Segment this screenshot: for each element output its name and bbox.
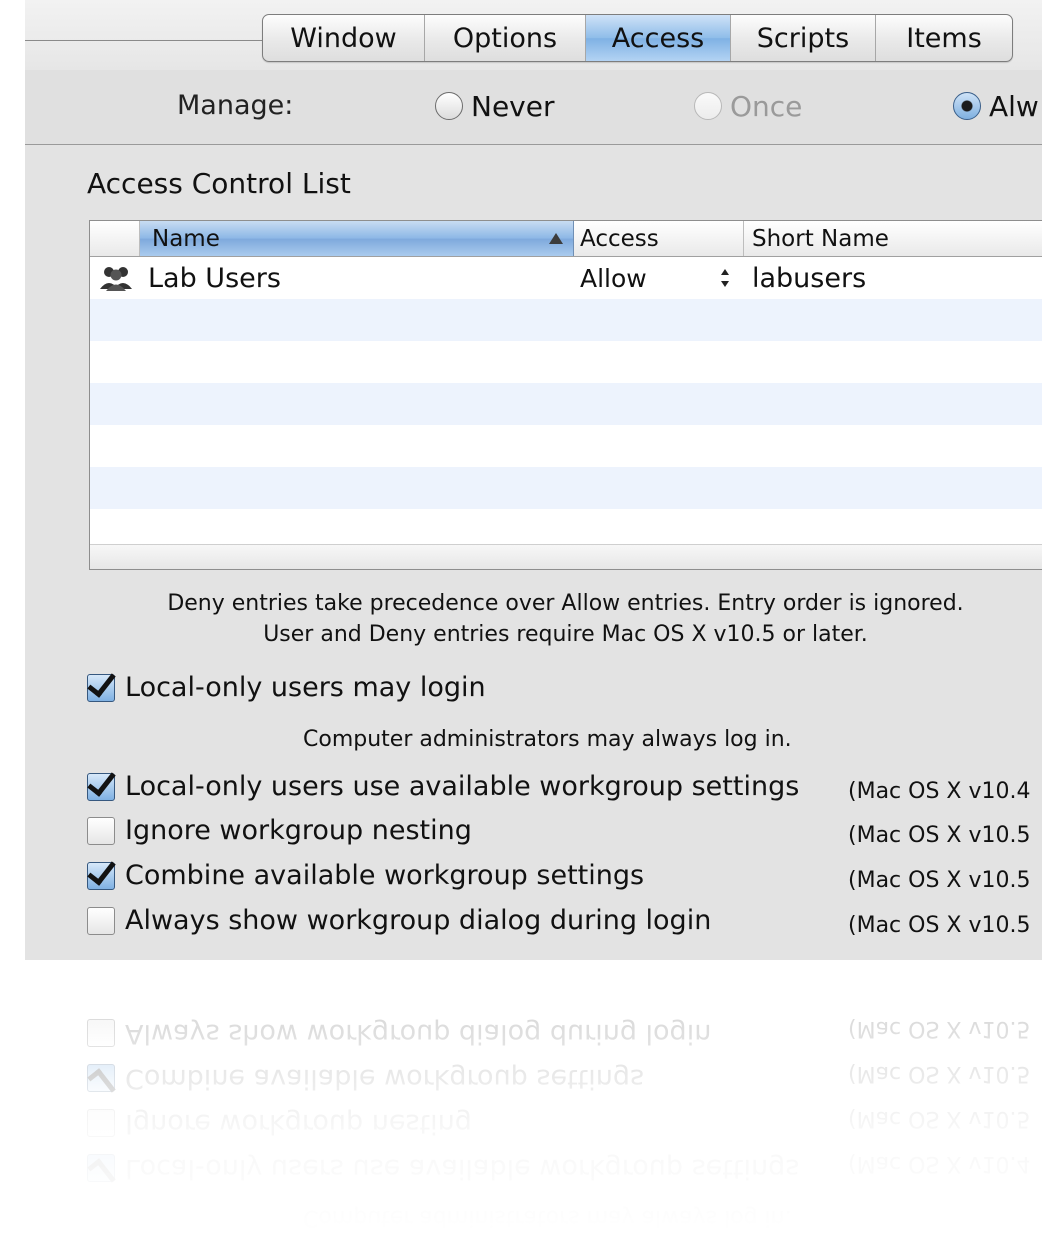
column-header-short-name[interactable]: Short Name	[744, 221, 1042, 256]
column-header-icon	[90, 221, 140, 256]
column-header-access[interactable]: Access	[574, 221, 744, 256]
checkbox-checked-icon	[87, 861, 115, 890]
version-note: (Mac OS X v10.5	[848, 823, 1031, 848]
popup-arrows-icon[interactable]	[718, 257, 736, 299]
column-header-label: Short Name	[752, 225, 889, 252]
checkbox-label: Local-only users use available workgroup…	[125, 771, 800, 802]
empty-row	[90, 425, 1042, 467]
always-show-dialog-checkbox[interactable]: Always show workgroup dialog during logi…	[87, 905, 711, 936]
tab-scripts[interactable]: Scripts	[731, 15, 876, 61]
table-header: Name Access Short Name	[90, 221, 1042, 257]
acl-note: Deny entries take precedence over Allow …	[167, 591, 964, 616]
row-short-name: labusers	[752, 262, 867, 294]
checkbox-label: Combine available workgroup settings	[125, 860, 645, 891]
radio-button-icon	[435, 92, 463, 120]
manage-always-radio[interactable]: Alw	[953, 88, 1039, 124]
tab-items[interactable]: Items	[876, 15, 1012, 61]
manage-once-radio: Once	[694, 88, 802, 124]
checkbox-checked-icon	[87, 673, 115, 702]
checkbox-label: Always show workgroup dialog during logi…	[125, 905, 712, 936]
checkbox-unchecked-icon	[87, 906, 115, 935]
workgroup-settings-checkbox[interactable]: Local-only users use available workgroup…	[87, 771, 799, 802]
ignore-nesting-checkbox[interactable]: Ignore workgroup nesting	[87, 815, 472, 846]
combine-settings-checkbox[interactable]: Combine available workgroup settings	[87, 860, 644, 891]
tab-options[interactable]: Options	[425, 15, 586, 61]
version-note: (Mac OS X v10.5	[848, 868, 1031, 893]
manage-never-radio[interactable]: Never	[435, 88, 554, 124]
panel-reflection: Local-only users may login Computer admi…	[0, 960, 1042, 1239]
empty-row	[90, 299, 1042, 341]
row-access-value[interactable]: Allow	[580, 257, 647, 299]
access-control-table[interactable]: Name Access Short Name Lab Users Allow l…	[89, 220, 1042, 570]
checkbox-checked-icon	[87, 772, 115, 801]
empty-row	[90, 341, 1042, 383]
acl-note: User and Deny entries require Mac OS X v…	[263, 622, 868, 647]
checkbox-label: Ignore workgroup nesting	[125, 815, 472, 846]
preferences-panel: Window Options Access Scripts Items Mana…	[25, 0, 1042, 960]
radio-label: Once	[730, 89, 803, 123]
sort-ascending-icon	[549, 233, 563, 244]
table-footer	[90, 544, 1042, 569]
tab-bar: Window Options Access Scripts Items	[262, 14, 1013, 62]
local-only-login-checkbox[interactable]: Local-only users may login	[87, 672, 486, 703]
row-name: Lab Users	[148, 262, 281, 294]
radio-label: Alw	[989, 89, 1039, 123]
column-header-label: Name	[152, 225, 220, 252]
admin-note: Computer administrators may always log i…	[303, 727, 792, 752]
tab-window[interactable]: Window	[263, 15, 425, 61]
divider	[25, 40, 265, 41]
screen: Window Options Access Scripts Items Mana…	[0, 0, 1042, 1239]
version-note: (Mac OS X v10.5	[848, 913, 1031, 938]
column-header-name[interactable]: Name	[140, 221, 574, 256]
section-title: Access Control List	[87, 167, 351, 200]
table-row[interactable]: Lab Users Allow labusers	[90, 257, 1042, 299]
manage-label: Manage:	[177, 90, 294, 121]
radio-button-icon	[694, 92, 722, 120]
column-header-label: Access	[580, 225, 659, 252]
checkbox-label: Local-only users may login	[125, 672, 486, 703]
version-note: (Mac OS X v10.4	[848, 779, 1031, 804]
manage-row: Manage: Never Once Alw	[25, 70, 1042, 145]
tab-access[interactable]: Access	[586, 15, 731, 61]
empty-row	[90, 467, 1042, 509]
radio-label: Never	[471, 89, 555, 123]
reflection-fade	[0, 960, 1042, 1239]
radio-button-selected-icon	[953, 92, 981, 120]
group-icon	[98, 257, 134, 299]
empty-row	[90, 383, 1042, 425]
checkbox-unchecked-icon	[87, 816, 115, 845]
